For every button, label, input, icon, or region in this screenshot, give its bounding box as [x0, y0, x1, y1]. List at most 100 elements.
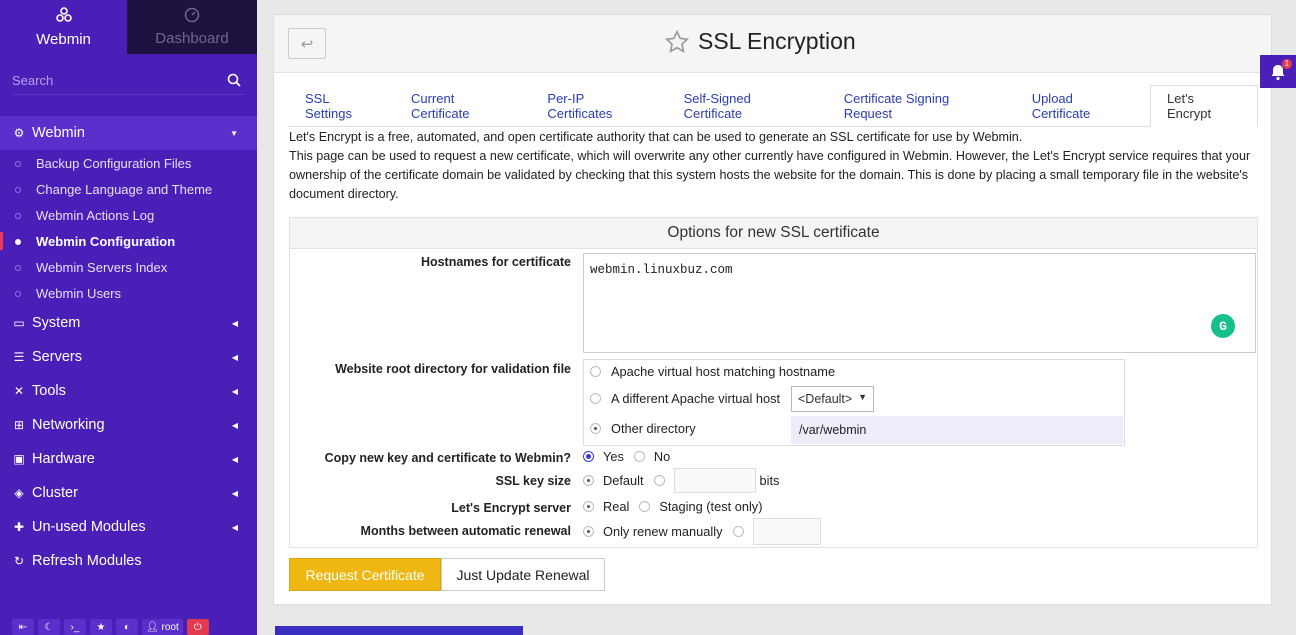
- other-directory-value: /var/webmin: [799, 423, 867, 437]
- refresh-icon: ↻: [13, 554, 25, 568]
- sidebar-subitem-users[interactable]: Webmin Users: [0, 280, 257, 306]
- keysize-unit: bits: [759, 473, 780, 488]
- apache-vhost-select[interactable]: <Default> ▼: [791, 386, 874, 412]
- keysize-custom-radio[interactable]: [653, 475, 665, 486]
- user-name: root: [161, 621, 179, 633]
- tab-per-ip-certificates[interactable]: Per-IP Certificates: [531, 85, 667, 127]
- tools-icon: ✕: [13, 384, 25, 398]
- tab-webmin[interactable]: Webmin: [0, 0, 127, 54]
- notifications-button[interactable]: 1: [1260, 55, 1296, 88]
- sidebar-item-webmin[interactable]: ⚙ Webmin ▼: [0, 116, 257, 150]
- sidebar-item-label: Networking: [32, 417, 105, 433]
- user-icon: 👤︎: [146, 621, 159, 633]
- other-directory-input[interactable]: /var/webmin: [791, 416, 1123, 444]
- just-update-renewal-button[interactable]: Just Update Renewal: [441, 558, 605, 591]
- tab-upload-certificate[interactable]: Upload Certificate: [1016, 85, 1150, 127]
- webroot-option-matching-label: Apache virtual host matching hostname: [611, 364, 836, 379]
- sidebar-subitem-webmin-configuration[interactable]: Webmin Configuration: [0, 228, 257, 254]
- favorite-star-icon[interactable]: [664, 29, 690, 55]
- keysize-default-radio[interactable]: [583, 475, 594, 486]
- user-button[interactable]: 👤︎ root: [142, 619, 183, 635]
- laptop-icon: ▭: [13, 316, 25, 330]
- tab-certificate-signing-request[interactable]: Certificate Signing Request: [828, 85, 1016, 127]
- return-arrow-icon: ↩: [300, 35, 314, 53]
- moon-icon[interactable]: ☾: [38, 619, 60, 635]
- renewal-months-radio[interactable]: [732, 526, 744, 537]
- tab-ssl-settings[interactable]: SSL Settings: [289, 85, 395, 127]
- caret-left-icon: ◀: [231, 386, 238, 396]
- description-line-1: Let's Encrypt is a free, automated, and …: [289, 130, 1023, 144]
- notification-count-badge: 1: [1282, 59, 1292, 69]
- renewal-label: Months between automatic renewal: [360, 524, 571, 538]
- sidebar-item-hardware[interactable]: ▣ Hardware ◀: [0, 442, 257, 476]
- tab-self-signed-certificate[interactable]: Self-Signed Certificate: [668, 85, 828, 127]
- sidebar-item-servers[interactable]: ☰ Servers ◀: [0, 340, 257, 374]
- caret-left-icon: ◀: [231, 318, 238, 328]
- radio-button[interactable]: [590, 393, 601, 404]
- options-heading: Options for new SSL certificate: [290, 218, 1257, 249]
- copy-yes-label: Yes: [603, 449, 624, 464]
- description: Let's Encrypt is a free, automated, and …: [289, 128, 1261, 204]
- hostnames-label: Hostnames for certificate: [420, 255, 571, 269]
- copy-no-label: No: [653, 449, 671, 464]
- webroot-label: Website root directory for validation fi…: [335, 362, 571, 376]
- collapse-icon[interactable]: ⇤: [12, 619, 34, 635]
- copy-options: Yes No: [583, 449, 680, 464]
- sidebar-item-refresh-modules[interactable]: ↻ Refresh Modules: [0, 544, 257, 578]
- copy-no-radio[interactable]: [633, 451, 645, 462]
- sidebar-subitem-language[interactable]: Change Language and Theme: [0, 176, 257, 202]
- request-certificate-button[interactable]: Request Certificate: [289, 558, 441, 591]
- tab-bar: SSL Settings Current Certificate Per-IP …: [289, 85, 1259, 127]
- renewal-months-input[interactable]: [752, 518, 821, 545]
- sidebar-item-networking[interactable]: ⊞ Networking ◀: [0, 408, 257, 442]
- hostnames-value: webmin.linuxbuz.com: [590, 263, 733, 277]
- webroot-option-matching[interactable]: Apache virtual host matching hostname: [590, 364, 835, 379]
- sidebar-item-cluster[interactable]: ◈ Cluster ◀: [0, 476, 257, 510]
- page-header: ↩ SSL Encryption: [274, 15, 1271, 73]
- grammarly-icon[interactable]: G: [1211, 314, 1235, 338]
- server-real-radio[interactable]: [583, 501, 594, 512]
- sidebar-subitem-backup[interactable]: Backup Configuration Files: [0, 150, 257, 176]
- apache-vhost-select-value: <Default>: [798, 392, 853, 406]
- search-input[interactable]: [12, 67, 245, 95]
- palette-icon[interactable]: ◐: [116, 619, 138, 635]
- keysize-options: Default bits: [583, 468, 789, 493]
- tab-current-certificate[interactable]: Current Certificate: [395, 85, 531, 127]
- terminal-icon[interactable]: ›_: [64, 619, 86, 635]
- star-icon[interactable]: ★: [90, 619, 112, 635]
- sidebar-bottom-toolbar: ⇤ ☾ ›_ ★ ◐ 👤︎ root ⏻: [12, 619, 209, 635]
- server-staging-radio[interactable]: [639, 501, 651, 512]
- sidebar-item-tools[interactable]: ✕ Tools ◀: [0, 374, 257, 408]
- tab-lets-encrypt[interactable]: Let's Encrypt: [1150, 85, 1259, 127]
- server-icon: ☰: [13, 350, 25, 364]
- caret-down-icon: ▼: [858, 392, 867, 402]
- radio-button[interactable]: [590, 366, 601, 377]
- sidebar-item-label: Servers: [32, 349, 82, 365]
- keysize-input[interactable]: [673, 468, 756, 493]
- options-table: Options for new SSL certificate Hostname…: [289, 217, 1258, 548]
- webroot-option-different[interactable]: A different Apache virtual host: [590, 391, 780, 406]
- main-panel: ↩ SSL Encryption SSL Settings Current Ce…: [273, 14, 1272, 605]
- network-icon: ⊞: [13, 418, 25, 432]
- sidebar-subitem-actions-log[interactable]: Webmin Actions Log: [0, 202, 257, 228]
- copy-yes-radio[interactable]: [583, 451, 594, 462]
- sidebar-item-label: Un-used Modules: [32, 519, 146, 535]
- renewal-manual-label: Only renew manually: [603, 524, 723, 539]
- sidebar-item-system[interactable]: ▭ System ◀: [0, 306, 257, 340]
- keysize-default-label: Default: [603, 473, 644, 488]
- webroot-option-other[interactable]: Other directory: [590, 421, 696, 436]
- back-button[interactable]: ↩: [288, 28, 326, 59]
- hostnames-textarea[interactable]: webmin.linuxbuz.com G: [583, 253, 1256, 353]
- logout-icon[interactable]: ⏻: [186, 619, 209, 635]
- tab-dashboard[interactable]: Dashboard: [127, 0, 257, 54]
- search-icon[interactable]: [227, 73, 241, 87]
- puzzle-icon: ✚: [13, 520, 25, 534]
- sidebar-item-unused-modules[interactable]: ✚ Un-used Modules ◀: [0, 510, 257, 544]
- radio-button[interactable]: [590, 423, 601, 434]
- sidebar-subitem-servers-index[interactable]: Webmin Servers Index: [0, 254, 257, 280]
- caret-left-icon: ◀: [231, 522, 238, 532]
- sidebar-item-label: Refresh Modules: [32, 553, 142, 569]
- renewal-manual-radio[interactable]: [583, 526, 594, 537]
- server-staging-label: Staging (test only): [659, 499, 763, 514]
- description-line-2: This page can be used to request a new c…: [289, 149, 1251, 201]
